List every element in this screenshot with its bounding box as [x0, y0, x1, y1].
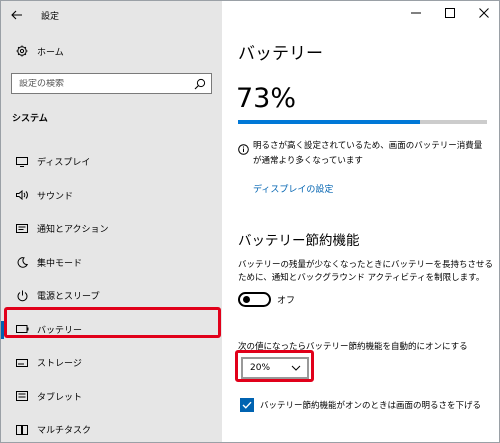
battery-saver-toggle[interactable]	[238, 292, 271, 307]
sidebar: 設定 ホーム システム ディスプレイ サウンド	[1, 1, 222, 442]
battery-saver-description: バッテリーの残量が少なくなったときにバッテリーを長持ちさせるために、通知とバック…	[238, 260, 494, 283]
close-icon	[479, 8, 489, 18]
brightness-checkbox-label: バッテリー節約機能がオンのときは画面の明るさを下げる	[260, 401, 482, 411]
sidebar-item-label: ストレージ	[37, 359, 82, 370]
section-label: システム	[12, 114, 48, 124]
notification-icon	[11, 223, 33, 234]
sidebar-item-label: タブレット	[37, 392, 83, 403]
display-icon	[11, 156, 33, 167]
sidebar-item-label: 電源とスリープ	[37, 292, 100, 303]
sidebar-item-notifications[interactable]: 通知とアクション	[1, 212, 222, 246]
minimize-icon	[411, 12, 421, 14]
sidebar-item-label: サウンド	[37, 191, 74, 202]
sidebar-item-home[interactable]: ホーム	[1, 39, 222, 63]
brightness-checkbox[interactable]	[240, 398, 254, 412]
sidebar-item-multitasking[interactable]: マルチタスク	[1, 413, 222, 442]
titlebar: 設定	[1, 1, 222, 29]
tablet-icon	[11, 391, 33, 402]
sidebar-item-label: 通知とアクション	[37, 225, 109, 236]
sidebar-item-storage[interactable]: ストレージ	[1, 346, 222, 380]
sidebar-item-tablet[interactable]: タブレット	[1, 380, 222, 414]
main-content: バッテリー 73% 明るさが高く設定されているため、画面のバッテリー消費量が通常…	[222, 1, 499, 442]
close-button[interactable]	[467, 1, 499, 25]
search-input[interactable]	[12, 78, 182, 89]
brightness-checkbox-row: バッテリー節約機能がオンのときは画面の明るさを下げる	[240, 398, 481, 412]
battery-saver-toggle-row: オフ	[238, 292, 295, 307]
toggle-state-label: オフ	[277, 296, 296, 306]
app-title: 設定	[41, 11, 60, 22]
brightness-notice: 明るさが高く設定されているため、画面のバッテリー消費量が通常より多くなっています	[238, 139, 490, 169]
sidebar-item-display[interactable]: ディスプレイ	[1, 145, 222, 179]
notice-text: 明るさが高く設定されているため、画面のバッテリー消費量が通常より多くなっています	[253, 141, 483, 166]
back-arrow-icon	[11, 10, 22, 20]
moon-icon	[11, 256, 33, 268]
battery-percentage: 73%	[236, 83, 297, 114]
search-icon	[194, 78, 206, 90]
battery-saver-title: バッテリー節約機能	[238, 233, 360, 249]
sidebar-item-focus[interactable]: 集中モード	[1, 246, 222, 280]
display-settings-link[interactable]: ディスプレイの設定	[253, 182, 333, 195]
toggle-knob	[243, 296, 250, 303]
battery-progress-bar	[238, 120, 487, 124]
sidebar-item-label: 集中モード	[37, 258, 83, 269]
maximize-icon	[445, 8, 455, 18]
back-button[interactable]	[3, 1, 31, 29]
info-icon	[238, 140, 249, 169]
minimize-button[interactable]	[399, 1, 433, 25]
window-controls	[399, 1, 499, 29]
settings-window: 設定 ホーム システム ディスプレイ サウンド	[0, 0, 500, 443]
storage-icon	[11, 358, 33, 367]
sidebar-nav: ディスプレイ サウンド 通知とアクション 集中モード 電源とスリープ バッテリー…	[1, 145, 222, 442]
sidebar-item-label: ディスプレイ	[37, 158, 91, 169]
checkmark-icon	[242, 401, 252, 409]
sidebar-item-label: ホーム	[37, 47, 64, 58]
sidebar-item-sound[interactable]: サウンド	[1, 179, 222, 213]
power-icon	[11, 290, 33, 302]
highlight-box	[235, 350, 314, 382]
maximize-button[interactable]	[433, 1, 467, 25]
speaker-icon	[11, 190, 33, 201]
gear-icon	[11, 45, 33, 57]
search-box[interactable]	[11, 73, 212, 94]
battery-progress-fill	[238, 120, 420, 124]
sidebar-item-label: マルチタスク	[37, 426, 92, 437]
highlight-box	[4, 307, 221, 338]
page-title: バッテリー	[238, 44, 323, 64]
multitask-icon	[11, 424, 33, 435]
